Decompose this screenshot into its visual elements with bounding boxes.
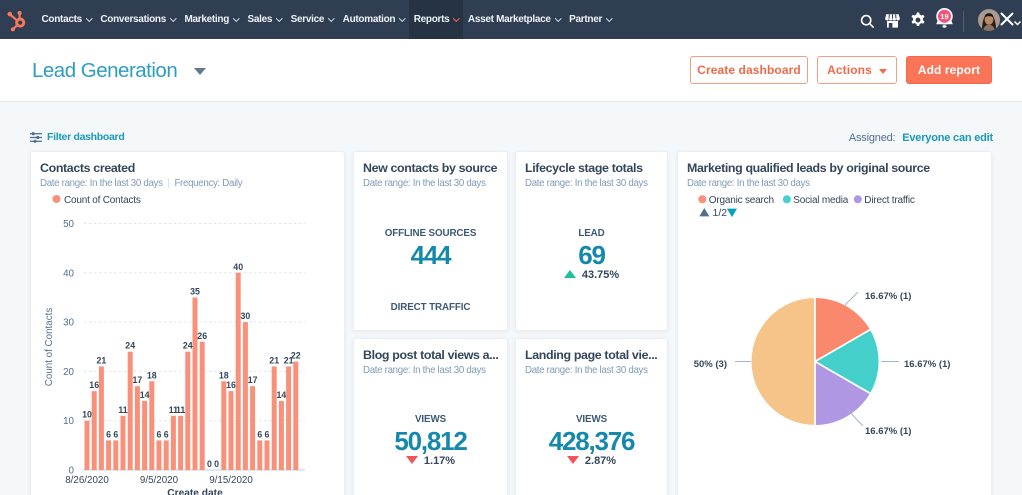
svg-text:Create date: Create date xyxy=(167,488,223,495)
svg-text:30: 30 xyxy=(241,311,251,321)
svg-text:50% (3): 50% (3) xyxy=(694,359,727,370)
svg-text:50: 50 xyxy=(63,219,74,230)
svg-text:16: 16 xyxy=(226,380,236,390)
svg-text:20: 20 xyxy=(63,367,74,378)
svg-text:Organic search: Organic search xyxy=(709,195,774,206)
svg-text:26: 26 xyxy=(197,331,207,341)
svg-text:16.67% (1): 16.67% (1) xyxy=(865,426,911,437)
svg-text:17: 17 xyxy=(133,375,143,385)
svg-text:21: 21 xyxy=(269,355,279,365)
svg-text:11: 11 xyxy=(118,405,127,415)
svg-text:9/15/2020: 9/15/2020 xyxy=(209,475,253,486)
svg-text:14: 14 xyxy=(140,390,150,400)
svg-text:16.67% (1): 16.67% (1) xyxy=(904,359,950,370)
svg-text:9/5/2020: 9/5/2020 xyxy=(140,475,179,486)
svg-text:18: 18 xyxy=(219,370,229,380)
svg-text:10: 10 xyxy=(63,416,74,427)
svg-text:6: 6 xyxy=(106,429,111,439)
svg-text:10: 10 xyxy=(82,410,92,420)
svg-text:24: 24 xyxy=(125,341,135,351)
svg-text:18: 18 xyxy=(147,370,157,380)
svg-text:Social media: Social media xyxy=(793,195,848,206)
svg-text:35: 35 xyxy=(190,286,200,296)
svg-text:24: 24 xyxy=(183,341,193,351)
svg-text:Count of Contacts: Count of Contacts xyxy=(44,308,55,387)
svg-text:11: 11 xyxy=(176,405,185,415)
svg-text:30: 30 xyxy=(63,318,74,329)
svg-text:0: 0 xyxy=(214,459,219,469)
svg-text:22: 22 xyxy=(291,351,301,361)
svg-text:6: 6 xyxy=(113,429,118,439)
svg-text:16: 16 xyxy=(89,380,99,390)
svg-text:14: 14 xyxy=(277,390,287,400)
svg-text:21: 21 xyxy=(97,355,107,365)
svg-text:16.67% (1): 16.67% (1) xyxy=(865,291,911,302)
svg-text:Direct traffic: Direct traffic xyxy=(864,195,915,206)
svg-text:6: 6 xyxy=(157,429,162,439)
svg-text:6: 6 xyxy=(265,429,270,439)
svg-text:Count of Contacts: Count of Contacts xyxy=(64,195,141,206)
svg-text:6: 6 xyxy=(164,429,169,439)
svg-text:0: 0 xyxy=(207,459,212,469)
svg-text:8/26/2020: 8/26/2020 xyxy=(65,475,109,486)
svg-text:17: 17 xyxy=(248,375,258,385)
svg-text:19: 19 xyxy=(940,12,948,21)
svg-text:1/2: 1/2 xyxy=(713,207,728,219)
svg-text:40: 40 xyxy=(233,262,243,272)
svg-text:40: 40 xyxy=(63,268,74,279)
svg-text:6: 6 xyxy=(257,429,262,439)
